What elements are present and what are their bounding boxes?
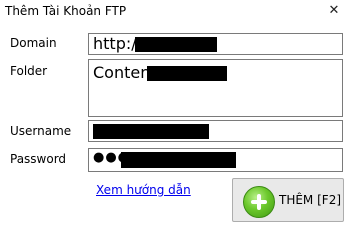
redacted-block: [147, 66, 227, 81]
add-button-label: THÊM [F2]: [279, 193, 342, 207]
username-label: Username: [10, 124, 72, 138]
username-field[interactable]: [88, 120, 343, 142]
redacted-block: [135, 37, 217, 52]
close-icon[interactable]: ✕: [322, 2, 346, 20]
help-link[interactable]: Xem hướng dẫn: [96, 183, 191, 197]
add-button[interactable]: THÊM [F2]: [232, 178, 344, 222]
plus-circle-icon: [243, 186, 275, 218]
redacted-block: [121, 152, 236, 168]
password-label: Password: [10, 152, 67, 166]
folder-label: Folder: [10, 64, 48, 78]
folder-field[interactable]: Content: [88, 59, 343, 117]
window-title: Thêm Tài Khoản FTP: [5, 4, 127, 18]
password-field[interactable]: ●●●: [88, 148, 343, 172]
redacted-block: [93, 124, 209, 139]
domain-label: Domain: [10, 36, 57, 50]
domain-field[interactable]: http://: [88, 33, 343, 55]
